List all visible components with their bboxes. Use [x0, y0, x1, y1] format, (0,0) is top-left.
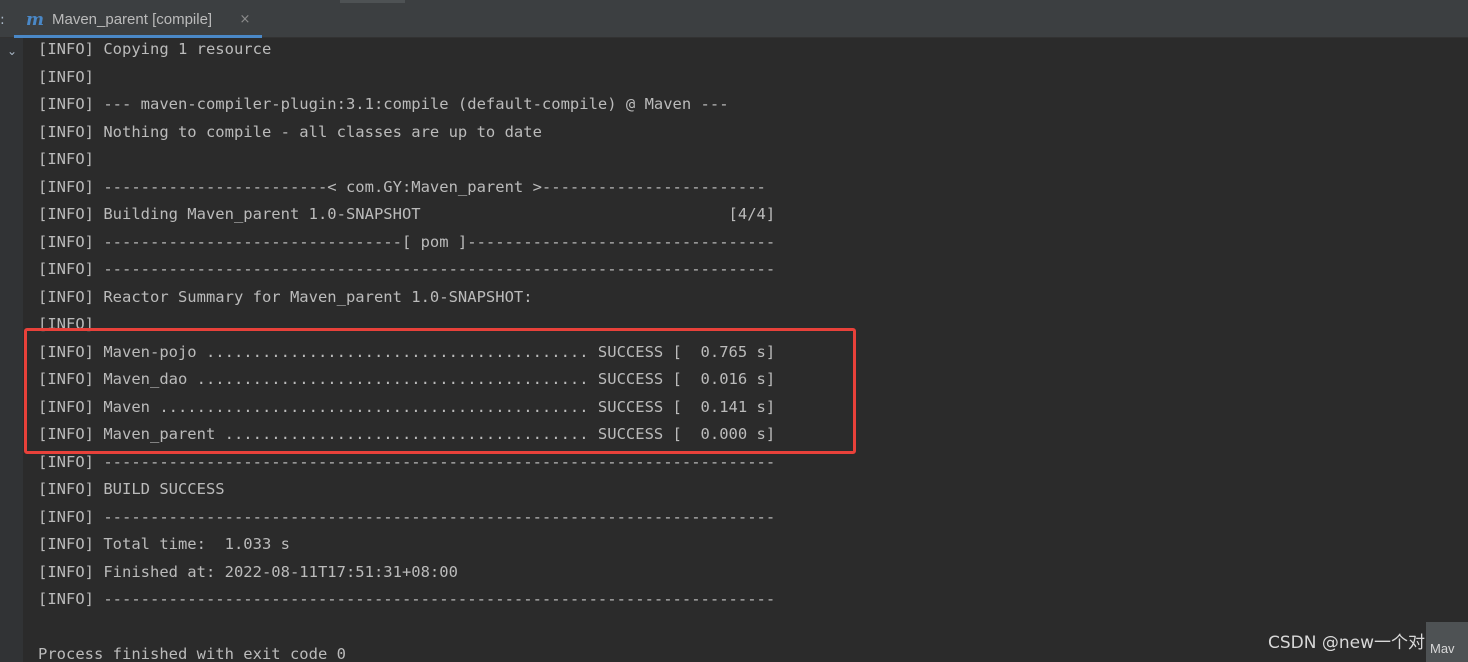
console-line: [INFO] Copying 1 resource [38, 40, 272, 58]
console-line: [INFO] Maven-pojo ......................… [38, 342, 776, 361]
console-line: [INFO] Maven_dao .......................… [38, 370, 776, 388]
console-line: [INFO] Reactor Summary for Maven_parent … [38, 287, 533, 306]
console-line: [INFO] BUILD SUCCESS [38, 480, 225, 498]
console-line: [INFO] Maven ...........................… [38, 397, 776, 416]
console-gutter: ⌄ [0, 38, 24, 662]
csdn-watermark: CSDN @new一个对象 [1267, 633, 1442, 653]
console-line: [INFO] Finished at: 2022-08-11T17:51:31+… [38, 562, 458, 581]
maven-run-window: : m Maven_parent [compile] × ⌄ [INFO] Co… [0, 0, 1468, 662]
tab-maven-parent-compile[interactable]: m Maven_parent [compile] × [14, 2, 262, 38]
console-line: [INFO] --- maven-compiler-plugin:3.1:com… [38, 95, 729, 113]
console-output: [INFO] Copying 1 resource [INFO] [INFO] --… [38, 36, 1238, 662]
corner-tool-tab[interactable]: Mav [1426, 622, 1468, 662]
strip-overflow-marker[interactable]: : [0, 10, 8, 30]
console-line: [INFO] ---------------------------------… [38, 507, 776, 526]
console-line: [INFO] Building Maven_parent 1.0-SNAPSHO… [38, 205, 776, 223]
console-line: [INFO] ---------------------------------… [38, 260, 776, 278]
console-line: [INFO] [38, 315, 94, 333]
console-line: [INFO] ---------------------------------… [38, 452, 776, 471]
console-line: [INFO] ---------------------------------… [38, 590, 776, 608]
console-line: [INFO] Nothing to compile - all classes … [38, 122, 542, 141]
console-line: [INFO] [38, 67, 94, 86]
console-line: [INFO] --------------------------------[… [38, 232, 776, 251]
console-line: [INFO] Total time: 1.033 s [38, 535, 290, 553]
chevron-down-icon[interactable]: ⌄ [5, 44, 19, 58]
tab-label: Maven_parent [compile] [52, 11, 213, 28]
run-tab-strip: : m Maven_parent [compile] × [0, 0, 1468, 38]
console-line: [INFO] [38, 150, 94, 168]
console-line: Process finished with exit code 0 [38, 645, 346, 662]
console-line: [INFO] ------------------------< com.GY:… [38, 177, 766, 196]
tab-strip-accent [340, 0, 405, 3]
maven-icon: m [26, 10, 44, 30]
close-icon[interactable]: × [238, 10, 252, 30]
console-line: [INFO] Maven_parent ....................… [38, 425, 776, 443]
